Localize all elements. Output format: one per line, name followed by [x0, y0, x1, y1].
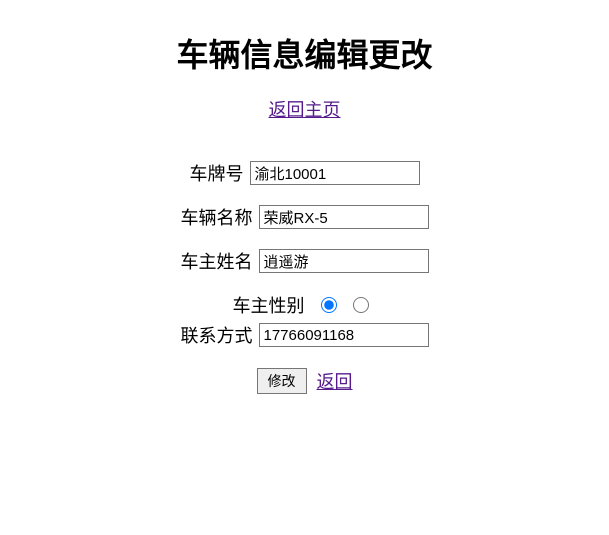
submit-button[interactable]: 修改 — [257, 368, 307, 394]
home-link[interactable]: 返回主页 — [269, 96, 341, 122]
vehicle-name-input[interactable] — [259, 205, 429, 229]
page-title: 车辆信息编辑更改 — [0, 30, 609, 76]
contact-label: 联系方式 — [181, 322, 253, 348]
plate-label: 车牌号 — [190, 160, 244, 186]
gender-radio-1[interactable] — [321, 297, 337, 313]
vehicle-name-label: 车辆名称 — [181, 204, 253, 230]
gender-label: 车主性别 — [233, 292, 305, 318]
plate-input[interactable] — [250, 161, 420, 185]
owner-name-label: 车主姓名 — [181, 248, 253, 274]
back-link[interactable]: 返回 — [317, 368, 353, 394]
owner-name-input[interactable] — [259, 249, 429, 273]
gender-radio-2[interactable] — [353, 297, 369, 313]
contact-input[interactable] — [259, 323, 429, 347]
